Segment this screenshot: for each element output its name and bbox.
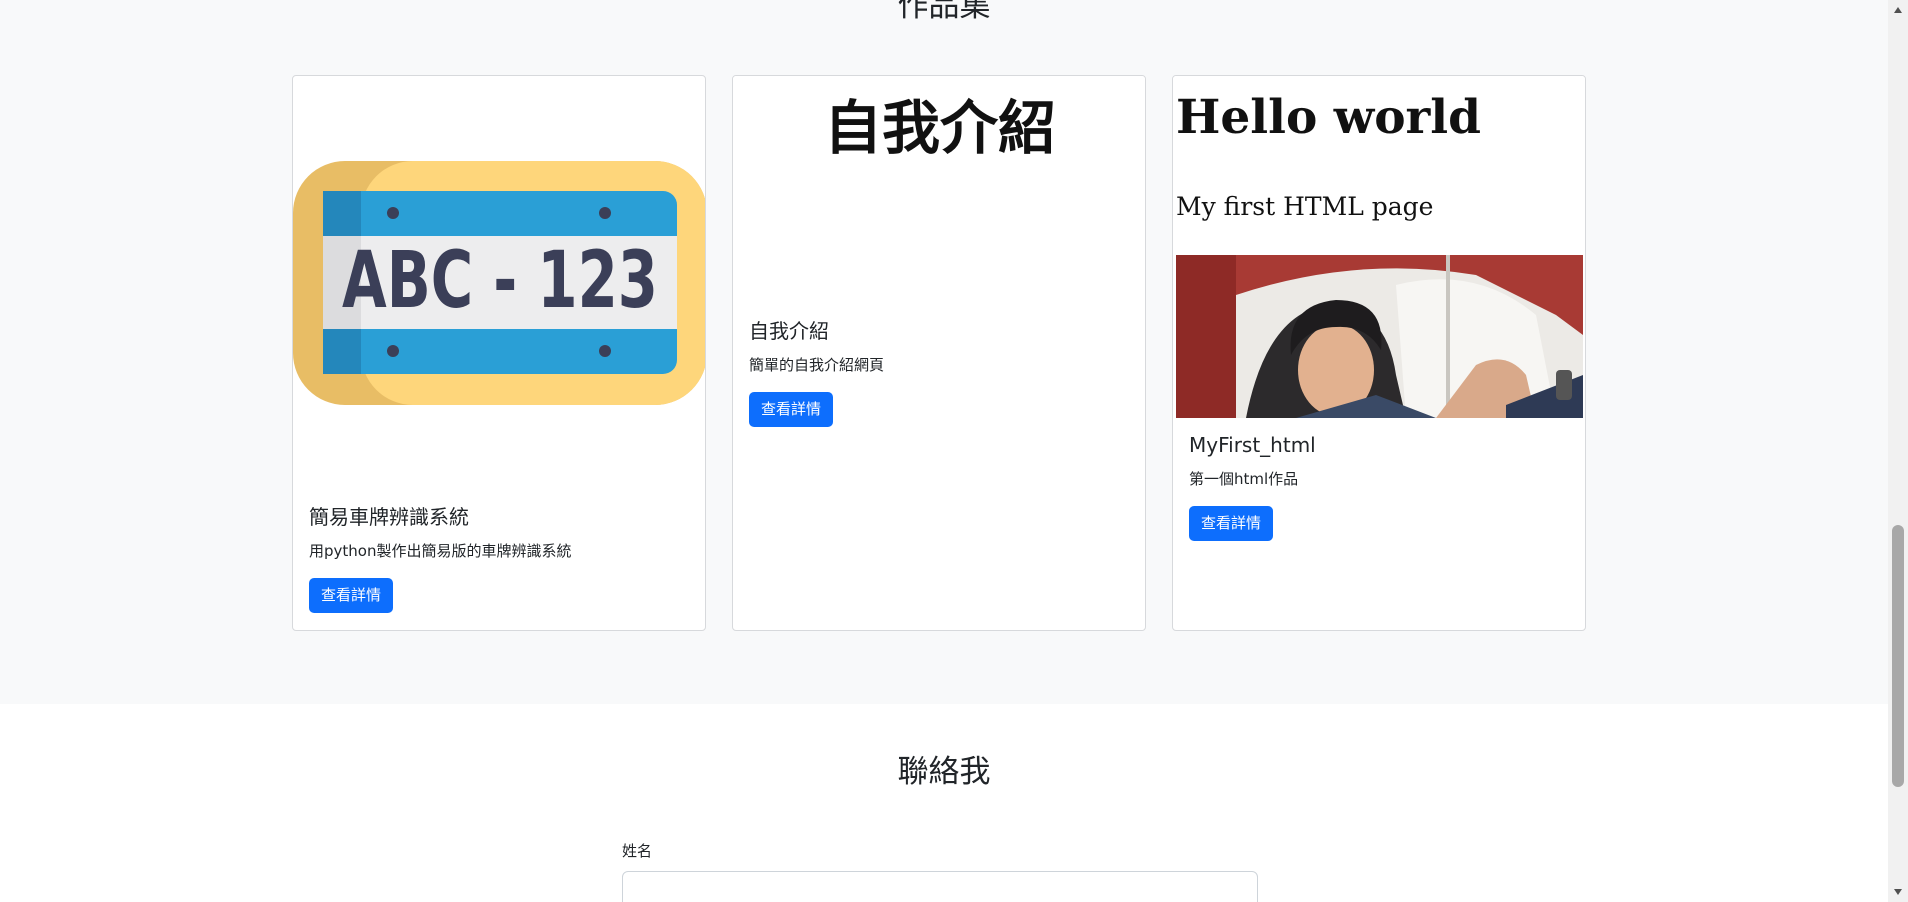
view-details-button[interactable]: 查看詳情	[1189, 506, 1274, 541]
scroll-up-arrow-icon[interactable]	[1888, 0, 1908, 20]
license-plate-text: ABC - 123	[342, 236, 658, 326]
portfolio-title: 作品集	[897, 0, 991, 24]
contact-title: 聯絡我	[897, 754, 991, 790]
portfolio-section: 作品集 ABC - 123 簡易車牌辨識系統 用python製作出簡易版的車牌辨…	[0, 0, 1888, 704]
card-text: 第一個html作品	[1189, 470, 1299, 488]
card-title: 簡易車牌辨識系統	[309, 505, 469, 529]
license-plate-image: ABC - 123	[293, 161, 705, 405]
card-body: 簡易車牌辨識系統 用python製作出簡易版的車牌辨識系統 查看詳情	[309, 505, 689, 613]
first-html-subheading: My first HTML page	[1176, 192, 1434, 221]
self-intro-image: 自我介紹	[733, 76, 1145, 306]
view-details-button[interactable]: 查看詳情	[309, 578, 394, 613]
name-label: 姓名	[622, 842, 653, 860]
project-card-myfirst-html: Hello world My first HTML page MyFirst_h…	[1172, 75, 1586, 631]
card-title: 自我介紹	[749, 319, 829, 343]
vertical-scrollbar[interactable]	[1888, 0, 1908, 902]
page: 作品集 ABC - 123 簡易車牌辨識系統 用python製作出簡易版的車牌辨…	[0, 0, 1908, 902]
card-text: 用python製作出簡易版的車牌辨識系統	[309, 542, 572, 560]
contact-section: 聯絡我 姓名	[0, 704, 1888, 902]
myfirst-html-image: Hello world My first HTML page	[1173, 76, 1585, 418]
project-card-self-intro: 自我介紹 自我介紹 簡單的自我介紹網頁 查看詳情	[732, 75, 1146, 631]
photo-image	[1176, 255, 1583, 418]
view-details-button[interactable]: 查看詳情	[749, 392, 834, 427]
scroll-down-arrow-icon[interactable]	[1888, 882, 1908, 902]
card-title: MyFirst_html	[1189, 433, 1316, 457]
hello-world-heading: Hello world	[1176, 90, 1482, 145]
scrollbar-thumb[interactable]	[1892, 525, 1904, 787]
card-text: 簡單的自我介紹網頁	[749, 356, 885, 374]
card-body: MyFirst_html 第一個html作品 查看詳情	[1189, 433, 1569, 541]
self-intro-image-heading: 自我介紹	[823, 94, 1056, 162]
name-input[interactable]	[622, 871, 1258, 902]
project-card-license-plate: ABC - 123 簡易車牌辨識系統 用python製作出簡易版的車牌辨識系統 …	[292, 75, 706, 631]
card-body: 自我介紹 簡單的自我介紹網頁 查看詳情	[749, 319, 1129, 427]
